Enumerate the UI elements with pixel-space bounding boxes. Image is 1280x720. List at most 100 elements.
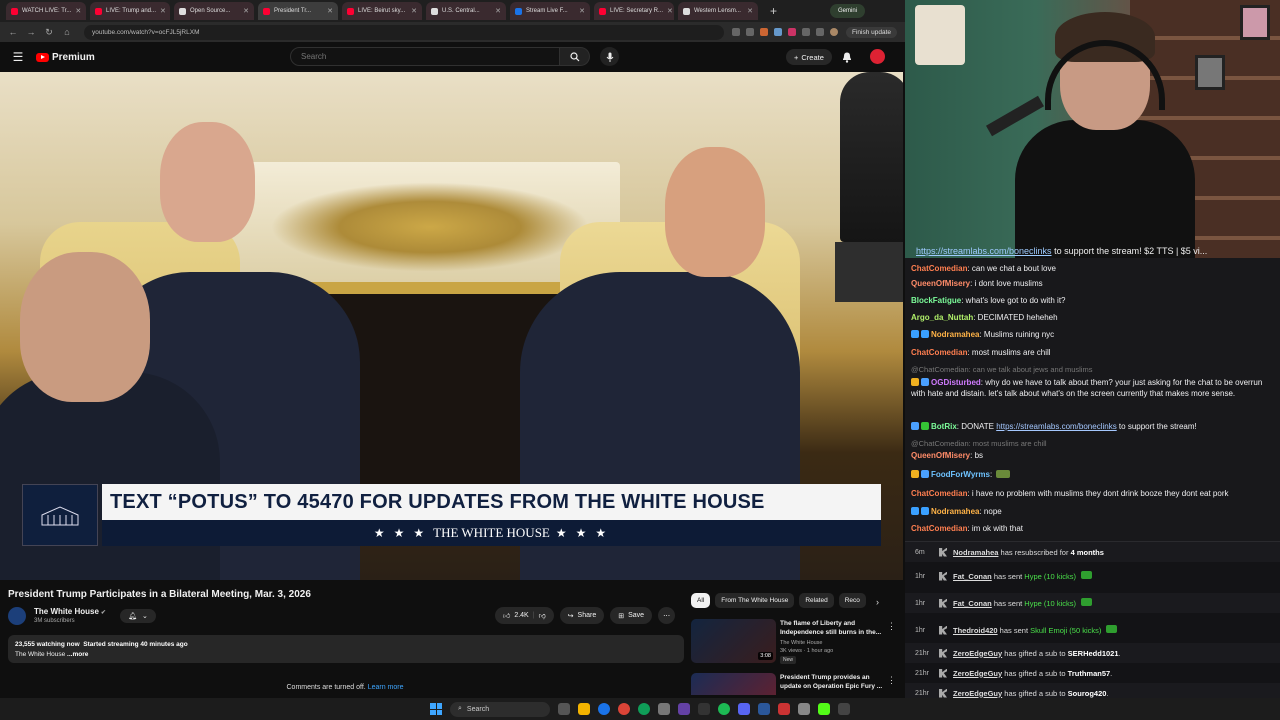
save-button[interactable]: ⊞ Save bbox=[610, 607, 653, 624]
chat-username[interactable]: ChatComedian bbox=[911, 524, 967, 533]
extension-icon[interactable] bbox=[759, 28, 768, 36]
event-username[interactable]: Fat_Conan bbox=[953, 572, 992, 581]
reload-icon[interactable]: ↻ bbox=[44, 27, 54, 38]
app-icon[interactable] bbox=[698, 703, 710, 715]
create-button[interactable]: + Create bbox=[786, 49, 832, 65]
chat-username[interactable]: ChatComedian bbox=[911, 489, 967, 498]
support-link[interactable]: https://streamlabs.com/boneclinks bbox=[916, 246, 1052, 256]
share-button[interactable]: ↪ Share bbox=[559, 607, 605, 624]
chat-username[interactable]: ChatComedian bbox=[911, 348, 967, 357]
app-icon[interactable] bbox=[838, 703, 850, 715]
file-explorer-icon[interactable] bbox=[578, 703, 590, 715]
back-icon[interactable]: ← bbox=[8, 27, 18, 37]
search-input[interactable] bbox=[290, 47, 560, 66]
tab-close-icon[interactable]: ✕ bbox=[327, 7, 333, 15]
finish-update-button[interactable]: Finish update bbox=[845, 26, 897, 38]
browser-tab[interactable]: WATCH LIVE: Tr... ✕ bbox=[6, 2, 86, 20]
gemini-button[interactable]: Gemini bbox=[829, 4, 865, 18]
event-username[interactable]: ZeroEdgeGuy bbox=[953, 689, 1002, 698]
event-username[interactable]: Fat_Conan bbox=[953, 599, 992, 608]
browser-icon[interactable] bbox=[638, 703, 650, 715]
app-icon[interactable] bbox=[658, 703, 670, 715]
related-thumbnail[interactable]: 3:08 bbox=[691, 619, 776, 663]
chat-username[interactable]: ChatComedian bbox=[911, 264, 967, 273]
tab-close-icon[interactable]: ✕ bbox=[667, 7, 673, 15]
more-vertical-icon[interactable]: ⋮ bbox=[887, 621, 896, 632]
more-vertical-icon[interactable]: ⋮ bbox=[887, 675, 896, 686]
account-avatar[interactable] bbox=[870, 49, 885, 64]
chat-username[interactable]: QueenOfMisery bbox=[911, 279, 970, 288]
browser-icon[interactable] bbox=[618, 703, 630, 715]
chat-username[interactable]: FoodForWyrms bbox=[931, 470, 990, 479]
filter-chip[interactable]: All bbox=[691, 593, 711, 608]
like-button[interactable]: 👍︎ 2.4K | 👎︎ bbox=[495, 607, 554, 624]
browser-tab[interactable]: LIVE: Trump and... ✕ bbox=[90, 2, 170, 20]
chat-username[interactable]: OGDisturbed bbox=[931, 378, 981, 387]
browser-tab[interactable]: Stream Live F... ✕ bbox=[510, 2, 590, 20]
voice-search-button[interactable] bbox=[600, 47, 619, 66]
task-view-icon[interactable] bbox=[558, 703, 570, 715]
notifications-bell-icon[interactable] bbox=[841, 51, 853, 63]
related-video-title[interactable]: President Trump provides an update on Op… bbox=[780, 673, 884, 691]
description-box[interactable]: 23,555 watching now Started streaming 40… bbox=[8, 635, 684, 663]
related-thumbnail[interactable] bbox=[691, 673, 776, 695]
browser-tab[interactable]: LIVE: Secretary R... ✕ bbox=[594, 2, 674, 20]
youtube-premium-logo[interactable]: Premium bbox=[36, 52, 95, 63]
browser-tab[interactable]: LIVE: Beirut sky... ✕ bbox=[342, 2, 422, 20]
show-more-link[interactable]: ...more bbox=[67, 651, 88, 658]
sidebar-icon[interactable] bbox=[815, 28, 824, 36]
browser-tab[interactable]: Open Source... ✕ bbox=[174, 2, 254, 20]
chat-username[interactable]: BlockFatigue bbox=[911, 296, 961, 305]
tab-close-icon[interactable]: ✕ bbox=[411, 7, 417, 15]
chat-link[interactable]: https://streamlabs.com/boneclinks bbox=[996, 422, 1117, 431]
event-username[interactable]: Thedroid420 bbox=[953, 626, 998, 635]
related-video[interactable]: President Trump provides an update on Op… bbox=[691, 673, 903, 695]
cast-icon[interactable] bbox=[731, 28, 740, 36]
url-field[interactable]: youtube.com/watch?v=ocFJL5jRLXM bbox=[84, 24, 724, 40]
taskbar-search[interactable]: ⌕ Search bbox=[450, 701, 550, 717]
filter-chip[interactable]: Reco bbox=[838, 593, 866, 608]
chat-username[interactable]: Argo_da_Nuttah bbox=[911, 313, 973, 322]
channel-avatar[interactable] bbox=[8, 607, 26, 625]
menu-icon[interactable]: ☰ bbox=[0, 50, 36, 64]
chrome-icon[interactable] bbox=[598, 703, 610, 715]
browser-tab[interactable]: President Tr... ✕ bbox=[258, 2, 338, 20]
browser-tab[interactable]: U.S. Central... ✕ bbox=[426, 2, 506, 20]
new-tab-button[interactable]: + bbox=[770, 4, 777, 18]
chevron-right-icon[interactable]: › bbox=[876, 597, 879, 607]
event-username[interactable]: Nodramahea bbox=[953, 548, 998, 557]
video-player[interactable]: TEXT “POTUS” TO 45470 FOR UPDATES FROM T… bbox=[0, 72, 903, 580]
channel-name[interactable]: The White House ✔ bbox=[34, 607, 106, 616]
more-actions-button[interactable]: ⋯ bbox=[658, 607, 676, 624]
browser-tab[interactable]: Western Lensm... ✕ bbox=[678, 2, 758, 20]
thumbs-down-icon[interactable]: 👎︎ bbox=[539, 611, 546, 620]
chat-username[interactable]: QueenOfMisery bbox=[911, 451, 970, 460]
tab-close-icon[interactable]: ✕ bbox=[495, 7, 501, 15]
home-icon[interactable]: ⌂ bbox=[62, 27, 72, 37]
app-icon[interactable] bbox=[798, 703, 810, 715]
spotify-icon[interactable] bbox=[718, 703, 730, 715]
extension-icon[interactable] bbox=[773, 28, 782, 36]
discord-icon[interactable] bbox=[738, 703, 750, 715]
chat-username[interactable]: Nodramahea bbox=[931, 330, 979, 339]
chat-username[interactable]: BotRix bbox=[931, 422, 957, 431]
tab-close-icon[interactable]: ✕ bbox=[160, 7, 166, 15]
filter-chip[interactable]: Related bbox=[799, 593, 834, 608]
app-icon[interactable] bbox=[678, 703, 690, 715]
learn-more-link[interactable]: Learn more bbox=[368, 684, 404, 691]
bookmark-star-icon[interactable] bbox=[745, 28, 754, 36]
event-username[interactable]: ZeroEdgeGuy bbox=[953, 669, 1002, 678]
search-button[interactable] bbox=[560, 47, 590, 66]
windows-start-icon[interactable] bbox=[430, 703, 442, 715]
extension-icon[interactable] bbox=[787, 28, 796, 36]
tab-close-icon[interactable]: ✕ bbox=[75, 7, 81, 15]
tab-close-icon[interactable]: ✕ bbox=[747, 7, 753, 15]
chat-username[interactable]: Nodramahea bbox=[931, 507, 979, 516]
subscription-bell-button[interactable]: 🔔︎ ⌄ bbox=[120, 609, 156, 623]
kick-icon[interactable] bbox=[818, 703, 830, 715]
tab-close-icon[interactable]: ✕ bbox=[243, 7, 249, 15]
puzzle-icon[interactable] bbox=[801, 28, 810, 36]
profile-avatar[interactable] bbox=[829, 28, 838, 36]
app-icon[interactable] bbox=[778, 703, 790, 715]
filter-chip[interactable]: From The White House bbox=[715, 593, 795, 608]
